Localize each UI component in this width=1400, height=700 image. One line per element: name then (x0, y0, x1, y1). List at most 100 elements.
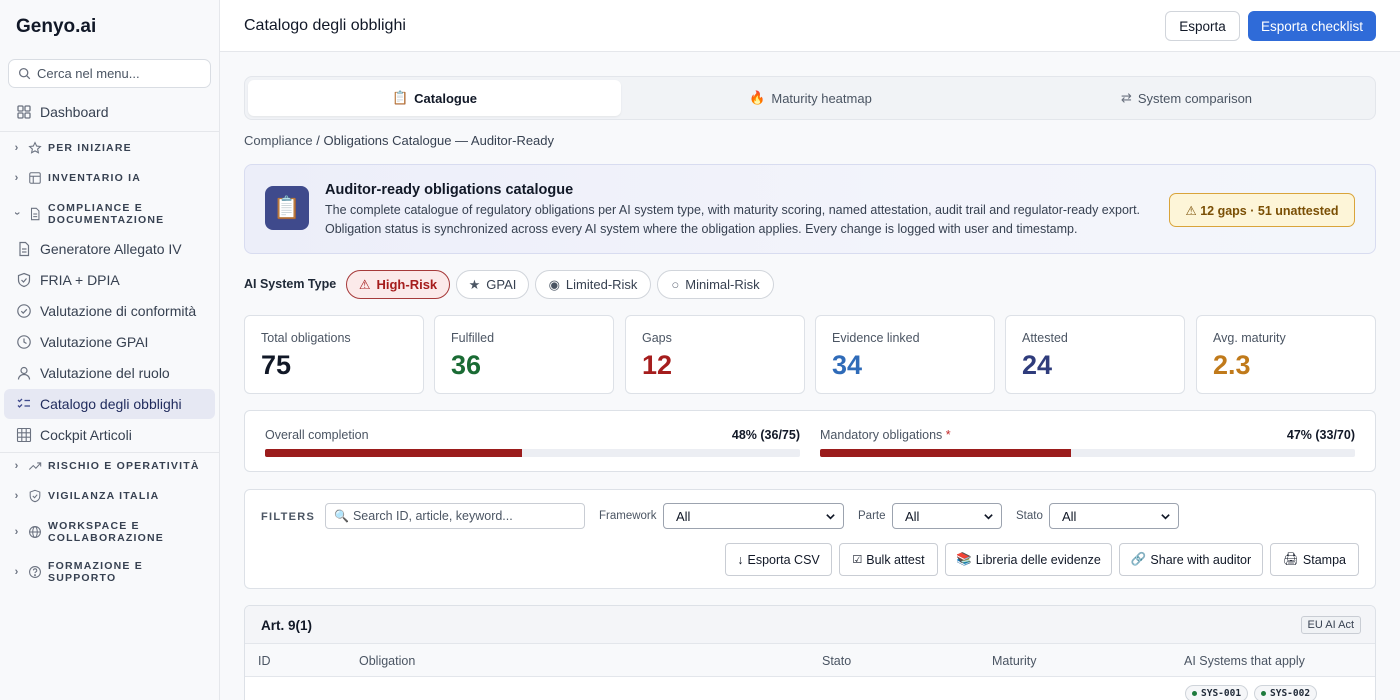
chip-label: Minimal-Risk (685, 277, 760, 292)
sidebar-group-compliance[interactable]: › COMPLIANCE E DOCUMENTAZIONE (4, 200, 215, 228)
sidebar-group-vigilanza[interactable]: › VIGILANZA ITALIA (4, 488, 215, 504)
stat-label: Evidence linked (832, 331, 920, 345)
sidebar-group-label: VIGILANZA ITALIA (48, 490, 160, 502)
sidebar-divider (0, 131, 219, 132)
sidebar-item-label: Valutazione del ruolo (40, 365, 170, 381)
bulk-attest-button[interactable]: ☑ Bulk attest (839, 543, 938, 576)
view-tabs: 📋 Catalogue 🔥 Maturity heatmap ⇄ System … (244, 76, 1376, 120)
framework-select[interactable]: All (663, 503, 844, 529)
tab-maturity-heatmap[interactable]: 🔥 Maturity heatmap (624, 80, 997, 116)
sidebar-item-ruolo[interactable]: Valutazione del ruolo (4, 358, 215, 388)
sidebar-group-inventario[interactable]: › INVENTARIO IA (4, 170, 215, 186)
breadcrumb-root-link[interactable]: Compliance (244, 133, 313, 148)
sidebar-group-per-iniziare[interactable]: › PER INIZIARE (4, 140, 215, 156)
chip-label: High-Risk (376, 277, 438, 292)
column-header-id[interactable]: ID (258, 654, 271, 668)
stat-card-maturity: Avg. maturity 2.3 (1196, 315, 1376, 394)
evidence-library-button[interactable]: 📚 Libreria delle evidenze (945, 543, 1112, 576)
link-icon: 🔗 (1130, 552, 1147, 566)
filters-panel: FILTERS 🔍 Framework All Parte All Stato … (244, 489, 1376, 589)
sidebar-search-input[interactable] (37, 66, 197, 81)
checkbox-icon: ☑ (852, 554, 863, 566)
trend-icon (28, 462, 42, 470)
filter-search-input[interactable] (352, 509, 583, 523)
tab-catalogue[interactable]: 📋 Catalogue (248, 80, 621, 116)
column-header-systems[interactable]: AI Systems that apply (1184, 654, 1305, 668)
top-bar: Catalogo degli obblighi Esporta Esporta … (220, 0, 1400, 52)
sidebar-group-rischio[interactable]: › RISCHIO E OPERATIVITÀ (4, 458, 215, 474)
column-header-obligation[interactable]: Obligation (359, 654, 415, 668)
filter-chip-limited-risk[interactable]: ◉ Limited-Risk (535, 270, 651, 299)
button-label: Libreria delle evidenze (975, 552, 1101, 567)
tab-system-comparison[interactable]: ⇄ System comparison (1000, 80, 1373, 116)
shield-icon (29, 489, 41, 503)
export-checklist-button[interactable]: Esporta checklist (1248, 11, 1376, 41)
filter-chip-high-risk[interactable]: ⚠ High-Risk (346, 270, 450, 299)
framework-label: Framework (599, 510, 657, 522)
stat-label: Total obligations (261, 331, 351, 345)
column-header-maturity[interactable]: Maturity (992, 654, 1036, 668)
filter-chip-minimal-risk[interactable]: ○ Minimal-Risk (657, 270, 774, 299)
clipboard-icon: 📋 (265, 186, 309, 230)
sidebar-group-label: COMPLIANCE E DOCUMENTAZIONE (48, 202, 165, 226)
print-button[interactable]: 🖨 Stampa (1270, 543, 1359, 576)
progress-label: Mandatory obligations * (820, 428, 951, 442)
sidebar-group-workspace[interactable]: › WORKSPACE E COLLABORAZIONE (4, 518, 215, 546)
sidebar-search[interactable] (8, 59, 211, 88)
chevron-right-icon: › (14, 490, 20, 502)
tab-label: Catalogue (414, 90, 478, 106)
sidebar-group-label: FORMAZIONE E SUPPORTO (48, 560, 143, 584)
chevron-right-icon: › (14, 172, 20, 184)
sidebar-item-conformita[interactable]: Valutazione di conformità (4, 296, 215, 326)
column-header-stato[interactable]: Stato (822, 654, 851, 668)
download-icon: ↓ (737, 552, 744, 567)
stat-value: 75 (261, 350, 292, 380)
stat-label: Fulfilled (451, 331, 495, 345)
document-icon (30, 207, 40, 221)
stat-label: Attested (1022, 331, 1068, 345)
article-group-header[interactable]: Art. 9(1) EU AI Act (245, 606, 1375, 644)
warning-icon: ⚠ (358, 276, 371, 292)
framework-badge: EU AI Act (1300, 616, 1361, 634)
system-chip[interactable]: SYS-001 (1185, 685, 1249, 700)
sidebar-item-label: Cockpit Articoli (40, 427, 132, 443)
gaps-badge[interactable]: ⚠ 12 gaps · 51 unattested (1169, 193, 1355, 227)
progress-panel: Overall completion 48% (36/75) Mandatory… (244, 410, 1376, 472)
button-label: Share with auditor (1150, 552, 1252, 567)
sidebar-group-formazione[interactable]: › FORMAZIONE E SUPPORTO (4, 558, 215, 586)
sidebar-item-gpai[interactable]: Valutazione GPAI (4, 327, 215, 357)
sidebar-item-label: Valutazione di conformità (40, 303, 197, 319)
share-auditor-button[interactable]: 🔗 Share with auditor (1119, 543, 1263, 576)
stato-select[interactable]: All (1049, 503, 1179, 529)
sidebar-item-catalogo[interactable]: Catalogo degli obblighi (4, 389, 215, 419)
export-button[interactable]: Esporta (1165, 11, 1240, 41)
sidebar-item-label: Valutazione GPAI (40, 334, 149, 350)
sidebar-item-allegato-iv[interactable]: Generatore Allegato IV (4, 234, 215, 264)
chevron-down-icon (1161, 514, 1170, 520)
status-dot (1261, 691, 1266, 696)
filter-chip-gpai[interactable]: ★ GPAI (456, 270, 529, 299)
filters-title: FILTERS (261, 511, 316, 523)
stato-label: Stato (1016, 510, 1043, 522)
article-title: Art. 9(1) (261, 618, 313, 633)
banner-emoji: 📋 (273, 195, 301, 220)
parte-select[interactable]: All (892, 503, 1002, 529)
user-icon (17, 366, 31, 380)
sidebar-group-label: RISCHIO E OPERATIVITÀ (48, 460, 200, 472)
parte-label: Parte (858, 510, 886, 522)
sidebar-item-cockpit[interactable]: Cockpit Articoli (4, 420, 215, 450)
sidebar: Genyo.ai Dashboard › PER INIZIARE › INVE… (0, 0, 220, 700)
button-label: Stampa (1302, 552, 1346, 567)
progress-label-text: Mandatory obligations (820, 428, 943, 442)
grid-dense-icon (16, 427, 32, 443)
export-csv-button[interactable]: ↓ Esporta CSV (725, 543, 832, 576)
sidebar-item-dashboard[interactable]: Dashboard (4, 97, 215, 127)
printer-icon: 🖨 (1283, 552, 1299, 566)
system-chip[interactable]: SYS-002 (1254, 685, 1318, 700)
sidebar-item-fria-dpia[interactable]: FRIA + DPIA (4, 265, 215, 295)
banner-title: Auditor-ready obligations catalogue (325, 182, 574, 198)
chevron-down-icon (826, 514, 835, 520)
filter-search[interactable]: 🔍 (325, 503, 585, 529)
brand-logo[interactable]: Genyo.ai (16, 16, 96, 38)
sidebar-item-label: Generatore Allegato IV (40, 241, 182, 257)
